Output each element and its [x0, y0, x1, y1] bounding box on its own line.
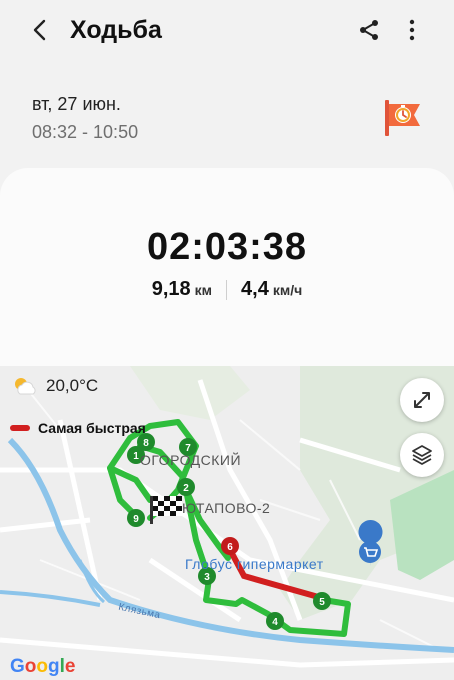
map-label-neighborhood: ЮТАПОВО-2: [182, 500, 271, 516]
svg-text:8: 8: [143, 438, 149, 449]
map-layers-button[interactable]: [400, 433, 444, 477]
workout-date: вт, 27 июн.: [32, 94, 121, 114]
workout-metrics: 9,18 км 4,4 км/ч: [0, 278, 454, 301]
partly-cloudy-icon: [15, 378, 36, 395]
route-marker-6: 6: [221, 537, 239, 555]
fastest-swatch: [10, 425, 30, 431]
route-marker-9: 9: [127, 509, 145, 527]
route-map[interactable]: 1 8 7 2 9 6 3 4 5: [0, 366, 454, 680]
svg-text:5: 5: [319, 597, 325, 608]
share-button[interactable]: [354, 14, 384, 46]
temperature: 20,0°C: [46, 376, 99, 395]
more-options-button[interactable]: [400, 14, 424, 46]
route-marker-5: 5: [313, 592, 331, 610]
share-icon: [360, 20, 378, 40]
arrow-left-icon: [33, 19, 46, 41]
app-header: Ходьба: [0, 0, 454, 62]
google-logo: Google: [10, 656, 76, 677]
stopwatch-flag-icon: [385, 100, 420, 136]
svg-text:6: 6: [227, 542, 233, 553]
map-legend: Самая быстрая: [10, 420, 146, 436]
workout-date-block: вт, 27 июн. 08:32 - 10:50: [32, 92, 138, 144]
svg-text:2: 2: [183, 483, 189, 494]
route-marker-4: 4: [266, 612, 284, 630]
distance-unit: км: [194, 282, 213, 298]
distance-value: 9,18: [151, 278, 191, 300]
svg-text:9: 9: [133, 514, 139, 525]
map-label-store: Глобус гипермаркет: [185, 556, 324, 572]
weather-info: 20,0°C: [12, 376, 98, 396]
expand-map-button[interactable]: [400, 378, 444, 422]
metric-divider: [226, 279, 228, 300]
svg-text:3: 3: [204, 572, 210, 583]
workout-duration: 02:03:38: [146, 226, 308, 268]
svg-text:4: 4: [272, 617, 278, 628]
map-label-district: ОГОРОДСКИЙ: [140, 452, 242, 468]
svg-text:1: 1: [133, 451, 139, 462]
expand-icon: [414, 392, 430, 408]
page-title: Ходьба: [70, 16, 162, 44]
workout-time-range: 08:32 - 10:50: [32, 122, 139, 142]
legend-fastest-label: Самая быстрая: [38, 420, 146, 436]
speed-unit: км/ч: [272, 282, 303, 298]
speed-value: 4,4: [241, 278, 269, 300]
route-marker-2: 2: [177, 478, 195, 496]
back-button[interactable]: [24, 14, 56, 46]
more-vertical-icon: [409, 19, 415, 41]
route-markers: 1 8 7 2 9 6 3 4 5: [127, 433, 331, 630]
layers-icon: [412, 445, 432, 465]
